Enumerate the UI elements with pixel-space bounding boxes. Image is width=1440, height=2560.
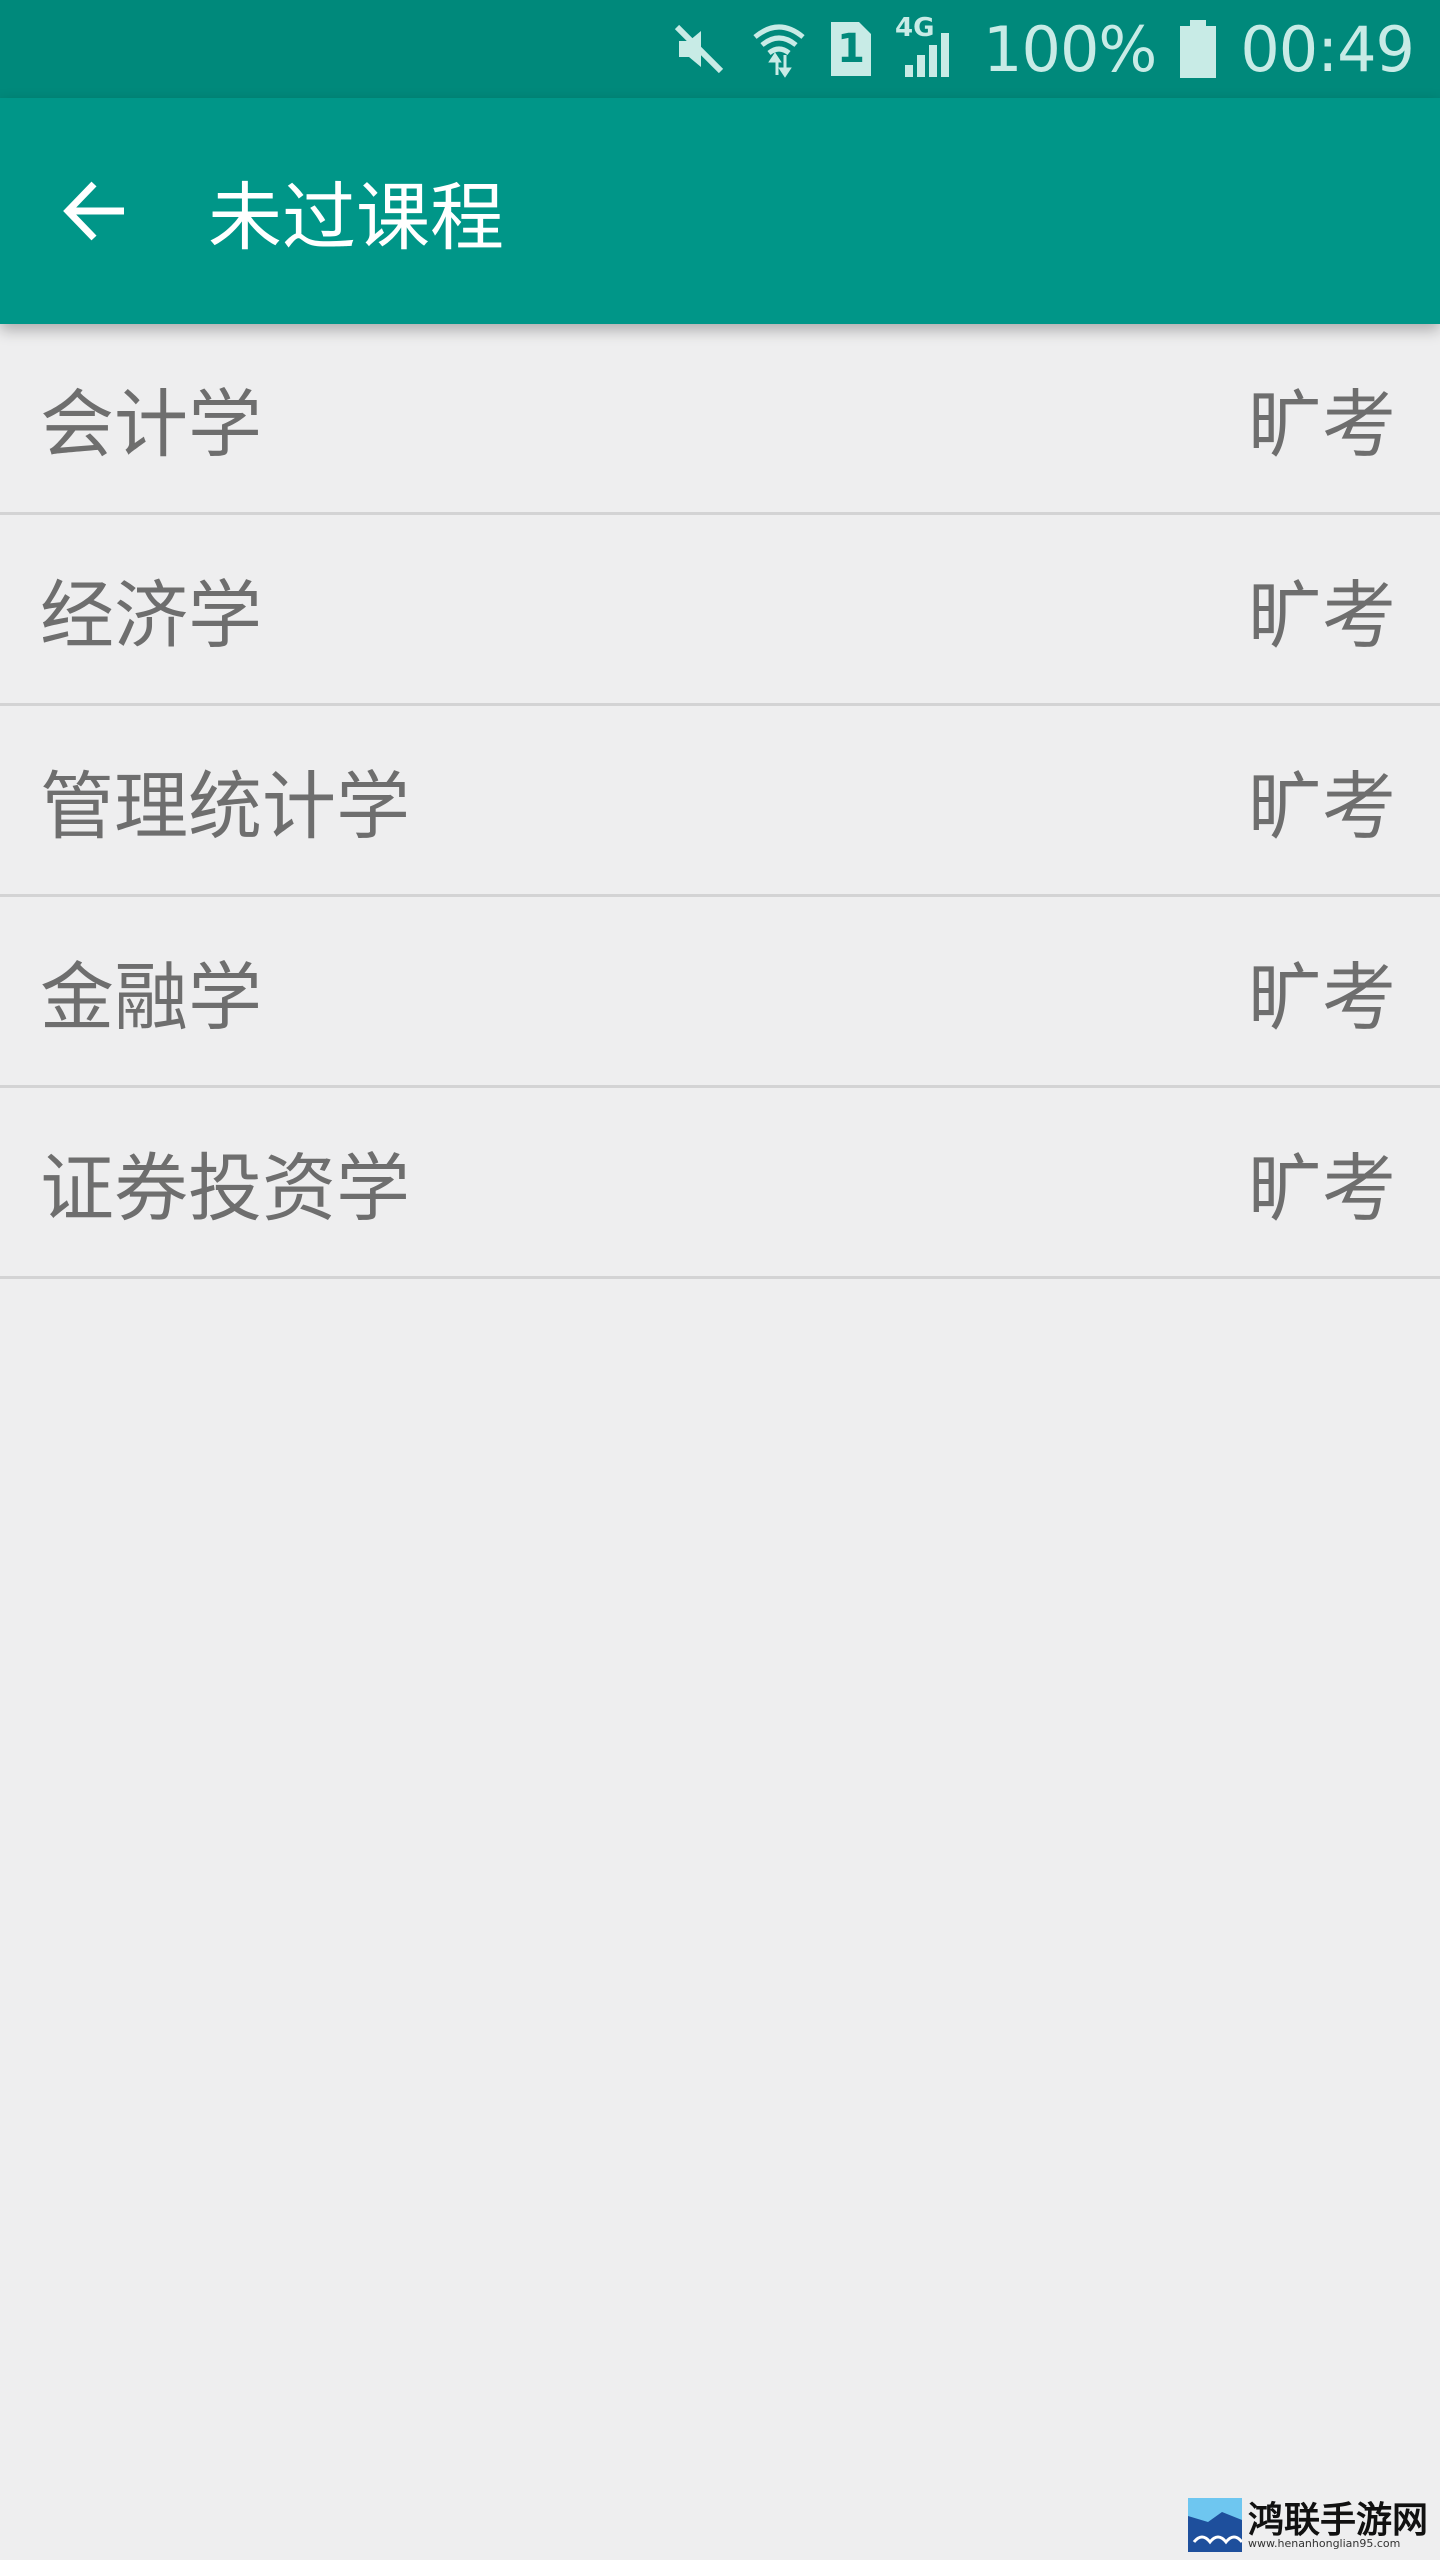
- course-name: 金融学: [40, 954, 262, 1041]
- course-name: 证券投资学: [40, 1145, 410, 1232]
- battery-percent: 100%: [983, 12, 1157, 86]
- app-bar: 未过课程: [0, 98, 1440, 324]
- status-icons: 1 4G 100% 00:49: [671, 0, 1415, 98]
- watermark-url: www.henanhonglian95.com: [1248, 2536, 1401, 2550]
- mute-icon: [671, 21, 727, 77]
- list-item[interactable]: 证券投资学 旷考: [0, 1088, 1440, 1279]
- watermark-name: 鸿联手游网: [1248, 2498, 1429, 2541]
- list-item[interactable]: 经济学 旷考: [0, 515, 1440, 706]
- page-title: 未过课程: [208, 174, 504, 261]
- list-item[interactable]: 管理统计学 旷考: [0, 706, 1440, 897]
- wifi-icon: [751, 19, 807, 79]
- watermark: 鸿联手游网 www.henanhonglian95.com: [1188, 2496, 1436, 2554]
- course-status: 旷考: [1248, 381, 1396, 468]
- course-name: 会计学: [40, 381, 262, 468]
- signal-icon: 4G: [895, 13, 959, 79]
- list-item[interactable]: 会计学 旷考: [0, 324, 1440, 515]
- sim-icon: 1: [831, 22, 872, 76]
- course-name: 管理统计学: [40, 763, 410, 850]
- course-status: 旷考: [1248, 763, 1396, 850]
- watermark-logo-icon: [1188, 2498, 1242, 2552]
- battery-icon: [1180, 20, 1217, 78]
- course-status: 旷考: [1248, 1145, 1396, 1232]
- course-status: 旷考: [1248, 954, 1396, 1041]
- sim-label: 1: [837, 26, 865, 72]
- arrow-back-icon: [63, 181, 124, 241]
- back-button[interactable]: [40, 156, 150, 266]
- course-list: 会计学 旷考 经济学 旷考 管理统计学 旷考 金融学 旷考 证券投资学 旷考: [0, 324, 1440, 1279]
- status-bar: 1 4G 100% 00:49: [0, 0, 1440, 98]
- course-name: 经济学: [40, 572, 262, 659]
- course-status: 旷考: [1248, 572, 1396, 659]
- list-item[interactable]: 金融学 旷考: [0, 897, 1440, 1088]
- clock: 00:49: [1240, 12, 1415, 86]
